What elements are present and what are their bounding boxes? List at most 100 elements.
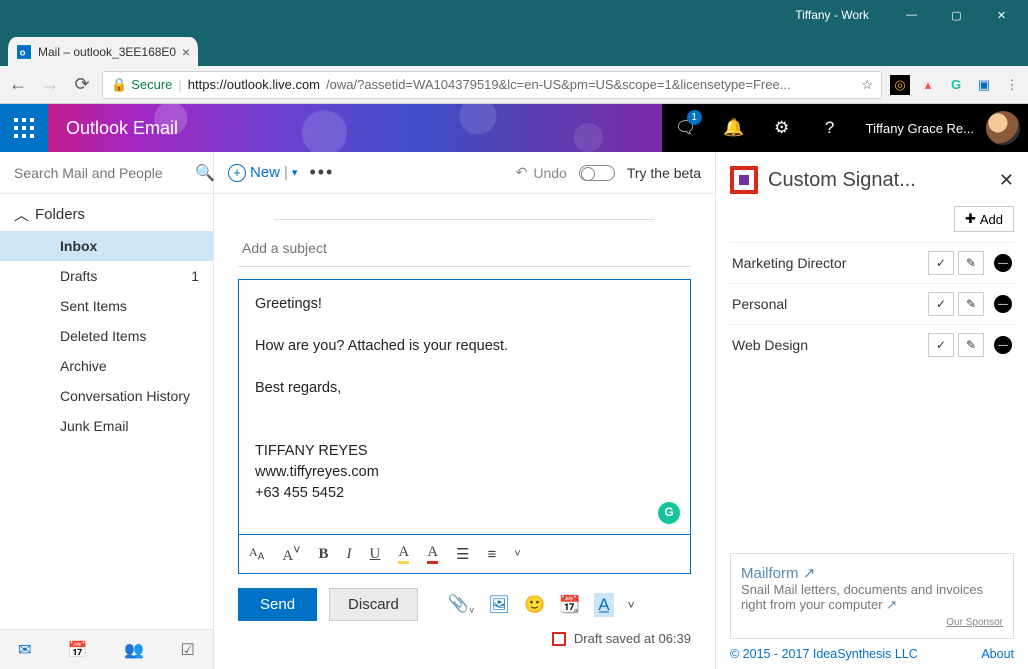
folder-drafts[interactable]: Drafts 1	[0, 261, 213, 291]
font-size-button[interactable]: AA	[249, 545, 264, 562]
signature-delete-button[interactable]: —	[994, 336, 1012, 354]
message-body-editor[interactable]: Greetings! How are you? Attached is your…	[238, 279, 691, 535]
user-name[interactable]: Tiffany Grace Re...	[854, 121, 986, 136]
settings-gear-icon[interactable]: ⚙	[758, 104, 806, 152]
signature-edit-button[interactable]: ✎	[958, 251, 984, 275]
draft-status-row: Draft saved at 06:39	[238, 627, 691, 650]
attach-file-icon[interactable]: 📎˅	[448, 594, 474, 615]
signature-label: Marketing Director	[732, 255, 924, 271]
notifications-bell-icon[interactable]: 🔔	[710, 104, 758, 152]
bookmark-star-icon[interactable]: ☆	[861, 77, 873, 93]
addin-close-button[interactable]: ✕	[999, 170, 1014, 191]
folder-conversation-history[interactable]: Conversation History	[0, 381, 213, 411]
insert-calendar-icon[interactable]: 📆	[559, 595, 580, 615]
grammarly-icon[interactable]: G	[946, 75, 966, 95]
body-text: Greetings!	[255, 294, 674, 315]
search-input[interactable]	[14, 165, 195, 181]
grammarly-badge-icon[interactable]: G	[658, 502, 680, 524]
signature-delete-button[interactable]: —	[994, 254, 1012, 272]
folder-junk[interactable]: Junk Email	[0, 411, 213, 441]
chevron-up-icon: ︿	[14, 204, 29, 225]
signature-apply-button[interactable]: ✓	[928, 292, 954, 316]
window-title: Tiffany - Work	[795, 8, 869, 22]
extension-icon-2[interactable]: ▴	[918, 75, 938, 95]
new-label: New	[250, 164, 280, 181]
more-insert-button[interactable]: ˅	[628, 598, 635, 612]
undo-button[interactable]: ↶ Undo	[516, 164, 567, 181]
tab-title: Mail – outlook_3EE168E0	[38, 45, 176, 59]
folder-inbox[interactable]: Inbox	[0, 231, 213, 261]
format-more-button[interactable]: ˅	[514, 548, 520, 560]
addin-about-link[interactable]: About	[981, 647, 1014, 661]
font-color-button[interactable]: A	[427, 544, 438, 564]
skype-icon[interactable]: 🗨1	[662, 104, 710, 152]
signature-apply-button[interactable]: ✓	[928, 251, 954, 275]
folder-archive[interactable]: Archive	[0, 351, 213, 381]
search-icon[interactable]: 🔍	[195, 163, 215, 183]
people-module-icon[interactable]: 👥	[124, 640, 144, 660]
signature-label: Personal	[732, 296, 924, 312]
plus-icon: ✚	[965, 211, 976, 227]
user-avatar[interactable]	[986, 111, 1020, 145]
signature-apply-button[interactable]: ✓	[928, 333, 954, 357]
mail-module-icon[interactable]: ✉	[18, 640, 31, 660]
underline-button[interactable]: U	[370, 546, 381, 563]
reload-button[interactable]: ⟳	[70, 73, 94, 97]
signature-edit-button[interactable]: ✎	[958, 333, 984, 357]
body-text: Best regards,	[255, 378, 674, 399]
window-minimize-button[interactable]: —	[889, 0, 934, 30]
folder-deleted[interactable]: Deleted Items	[0, 321, 213, 351]
folder-sent[interactable]: Sent Items	[0, 291, 213, 321]
add-label: Add	[980, 212, 1003, 227]
more-actions-button[interactable]: •••	[309, 162, 334, 183]
number-list-button[interactable]: ≡	[488, 546, 497, 563]
url-path: /owa/?assetid=WA104379519&lc=en-US&pm=US…	[326, 77, 855, 92]
italic-button[interactable]: I	[347, 546, 352, 563]
browser-tab[interactable]: o Mail – outlook_3EE168E0 ×	[8, 37, 198, 66]
outlook-favicon-icon: o	[16, 44, 32, 60]
folder-label: Archive	[60, 358, 107, 374]
help-icon[interactable]: ?	[806, 104, 854, 152]
bullet-list-button[interactable]: ☰	[456, 545, 469, 563]
calendar-module-icon[interactable]: 📅	[68, 640, 88, 660]
insert-emoji-icon[interactable]: 🙂	[524, 595, 545, 615]
new-button[interactable]: +New|▾	[228, 164, 297, 182]
signature-delete-button[interactable]: —	[994, 295, 1012, 313]
chevron-down-icon[interactable]: ▾	[292, 166, 298, 179]
highlight-button[interactable]: A	[398, 544, 409, 564]
chrome-menu-icon[interactable]: ⋮	[1002, 75, 1022, 95]
svg-text:o: o	[20, 47, 26, 58]
folder-count: 1	[191, 268, 199, 284]
app-header: Outlook Email 🗨1 🔔 ⚙ ? Tiffany Grace Re.…	[0, 104, 1028, 152]
beta-toggle[interactable]	[579, 165, 615, 181]
compose-pane: +New|▾ ••• ↶ Undo Try the beta Greetings…	[214, 152, 716, 669]
window-close-button[interactable]: ✕	[979, 0, 1024, 30]
addin-logo-icon	[730, 166, 758, 194]
window-maximize-button[interactable]: ▢	[934, 0, 979, 30]
tab-close-icon[interactable]: ×	[182, 44, 190, 60]
folder-label: Junk Email	[60, 418, 128, 434]
signature-phone: +63 455 5452	[255, 483, 674, 504]
signature-edit-button[interactable]: ✎	[958, 292, 984, 316]
subject-input[interactable]	[238, 226, 691, 267]
add-signature-button[interactable]: ✚ Add	[954, 206, 1014, 232]
folders-header[interactable]: ︿ Folders	[0, 194, 213, 231]
tasks-module-icon[interactable]: ☑	[180, 640, 194, 660]
extension-icon-4[interactable]: ▣	[974, 75, 994, 95]
new-tab-button[interactable]	[198, 42, 228, 66]
discard-button[interactable]: Discard	[329, 588, 418, 621]
brand-banner: Outlook Email	[48, 104, 662, 152]
font-family-button[interactable]: A˅	[282, 543, 300, 565]
insert-signature-icon[interactable]: A̲	[594, 593, 613, 617]
secure-lock-icon: 🔒 Secure	[111, 77, 172, 93]
folder-label: Drafts	[60, 268, 97, 284]
address-bar[interactable]: 🔒 Secure | https://outlook.live.com/owa/…	[102, 71, 882, 99]
send-button[interactable]: Send	[238, 588, 317, 621]
folder-label: Inbox	[60, 238, 97, 254]
app-launcher-button[interactable]	[0, 104, 48, 152]
extension-icon-1[interactable]: ◎	[890, 75, 910, 95]
sponsor-card[interactable]: Mailform ↗ Snail Mail letters, documents…	[730, 553, 1014, 639]
bold-button[interactable]: B	[319, 546, 329, 563]
back-button[interactable]: ←	[6, 73, 30, 97]
insert-picture-icon[interactable]: 🖼	[488, 595, 510, 615]
